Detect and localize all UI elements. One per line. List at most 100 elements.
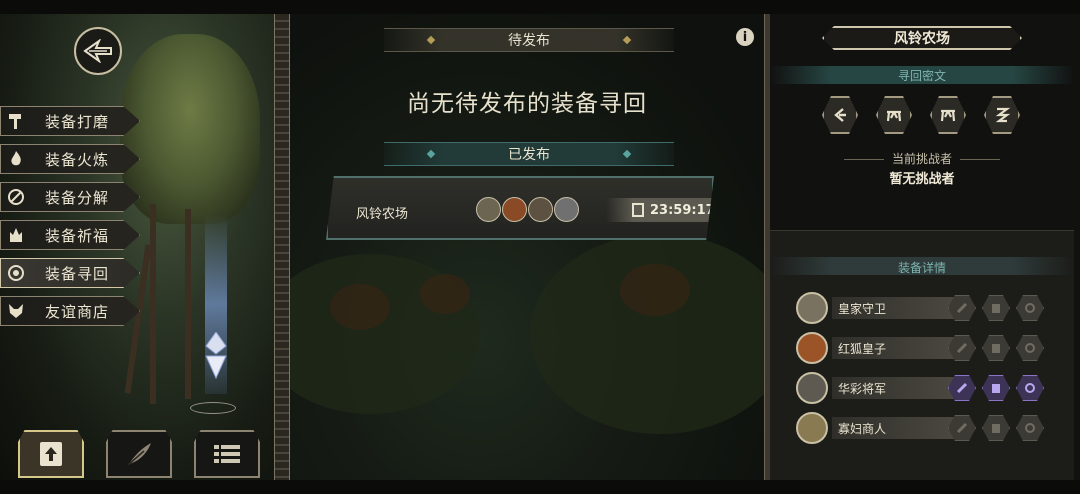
back-arrow-icon — [83, 39, 112, 63]
panel-divider — [274, 14, 290, 480]
diamond-ornament-icon — [426, 149, 436, 159]
crystal-marker-icon — [205, 332, 227, 380]
published-section-header: 已发布 — [384, 142, 674, 166]
weapon-slot-icon[interactable] — [948, 375, 976, 401]
challenger-label: 当前挑战者 — [770, 150, 1074, 167]
diamond-ornament-icon — [622, 149, 632, 159]
equipment-slots — [948, 375, 1044, 401]
details-panel: 风铃农场 寻回密文 当前挑战者 暂无挑战者 装备详情 皇家守卫 红狐皇子 华彩将… — [770, 14, 1080, 480]
ground-ring — [190, 402, 236, 414]
back-button[interactable] — [74, 27, 122, 75]
weapon-slot-icon[interactable] — [948, 295, 976, 321]
hourglass-icon — [632, 203, 644, 217]
ring-slot-icon[interactable] — [1016, 335, 1044, 361]
treehouse-illustration — [120, 34, 260, 224]
disassemble-icon — [1, 183, 31, 211]
avatar — [554, 197, 579, 222]
diamond-ornament-icon — [622, 35, 632, 45]
pending-title: 待发布 — [508, 33, 550, 49]
weapon-slot-icon[interactable] — [948, 415, 976, 441]
side-menu: 装备打磨 装备火炼 装备分解 装备祈福 装备寻回 友谊商店 — [0, 106, 140, 334]
menu-item-shop[interactable]: 友谊商店 — [0, 296, 140, 326]
challenger-label-text: 当前挑战者 — [891, 152, 952, 166]
rune-1-icon[interactable] — [822, 96, 858, 134]
armor-slot-icon[interactable] — [982, 335, 1010, 361]
treehouse-pole — [185, 209, 191, 399]
equipment-owner-name: 华彩将军 — [838, 381, 887, 396]
tab-publish[interactable] — [18, 430, 84, 478]
menu-item-forge[interactable]: 装备火炼 — [0, 144, 140, 174]
avatar — [796, 372, 828, 404]
equipment-owner-name: 红狐皇子 — [838, 341, 887, 356]
equipment-list: 皇家守卫 红狐皇子 华彩将军 寡妇商人 — [796, 289, 1046, 449]
equipment-heading: 装备详情 — [897, 261, 946, 275]
location-title: 风铃农场 — [894, 31, 950, 47]
tab-list[interactable] — [194, 430, 260, 478]
main-panel: 待发布 i 尚无待发布的装备寻回 已发布 风铃农场 23:59:17 — [290, 14, 764, 480]
bottom-tab-bar — [18, 430, 260, 478]
ring-slot-icon[interactable] — [1016, 375, 1044, 401]
quest-timer: 23:59:17 — [606, 198, 715, 222]
equipment-owner-name: 皇家守卫 — [838, 301, 887, 316]
equipment-row[interactable]: 寡妇商人 — [796, 409, 1046, 447]
avatar — [476, 197, 501, 222]
equipment-slots — [948, 335, 1044, 361]
menu-label: 友谊商店 — [45, 302, 110, 321]
rune-row — [822, 96, 1020, 134]
background-pumpkin — [420, 274, 470, 314]
equipment-row[interactable]: 华彩将军 — [796, 369, 1046, 407]
secret-heading: 寻回密文 — [897, 69, 946, 83]
rune-4-icon[interactable] — [984, 96, 1020, 134]
rune-3-icon[interactable] — [930, 96, 966, 134]
info-icon[interactable]: i — [736, 28, 754, 46]
quest-avatars — [476, 197, 579, 222]
equipment-row[interactable]: 红狐皇子 — [796, 329, 1046, 367]
treehouse-pole — [150, 204, 156, 404]
published-quest-card[interactable]: 风铃农场 23:59:17 — [326, 176, 714, 240]
empty-pending-message: 尚无待发布的装备寻回 — [407, 91, 647, 117]
menu-label: 装备寻回 — [45, 264, 110, 283]
diamond-ornament-icon — [426, 35, 436, 45]
quest-location-name: 风铃农场 — [356, 207, 409, 222]
blessing-icon — [1, 221, 31, 249]
list-icon — [214, 445, 240, 463]
equipment-slots — [948, 295, 1044, 321]
menu-label: 装备祈福 — [45, 226, 110, 245]
armor-slot-icon[interactable] — [982, 375, 1010, 401]
feather-icon — [127, 443, 151, 466]
menu-label: 装备分解 — [45, 188, 110, 207]
menu-item-blessing[interactable]: 装备祈福 — [0, 220, 140, 250]
ring-slot-icon[interactable] — [1016, 295, 1044, 321]
menu-item-disassemble[interactable]: 装备分解 — [0, 182, 140, 212]
upload-icon — [40, 442, 62, 466]
ring-slot-icon[interactable] — [1016, 415, 1044, 441]
equipment-owner-name: 寡妇商人 — [838, 421, 887, 436]
background-pumpkin — [620, 264, 690, 316]
pending-section-header: 待发布 — [384, 28, 674, 52]
avatar — [528, 197, 553, 222]
challenger-value: 暂无挑战者 — [889, 172, 955, 187]
armor-slot-icon[interactable] — [982, 295, 1010, 321]
avatar — [502, 197, 527, 222]
avatar — [796, 332, 828, 364]
published-title: 已发布 — [508, 147, 550, 163]
equipment-section: 装备详情 皇家守卫 红狐皇子 华彩将军 寡妇商人 — [770, 230, 1074, 480]
menu-label: 装备火炼 — [45, 150, 110, 169]
equipment-slots — [948, 415, 1044, 441]
retrieve-icon — [1, 259, 31, 287]
location-title-plate: 风铃农场 — [822, 26, 1022, 50]
timer-text: 23:59:17 — [650, 202, 715, 218]
avatar — [796, 412, 828, 444]
hammer-icon — [1, 107, 31, 135]
menu-item-polish[interactable]: 装备打磨 — [0, 106, 140, 136]
tab-feather[interactable] — [106, 430, 172, 478]
background-pumpkin — [330, 284, 390, 330]
equipment-row[interactable]: 皇家守卫 — [796, 289, 1046, 327]
armor-slot-icon[interactable] — [982, 415, 1010, 441]
fox-icon — [1, 297, 31, 325]
rune-2-icon[interactable] — [876, 96, 912, 134]
menu-item-retrieve[interactable]: 装备寻回 — [0, 258, 140, 288]
flame-icon — [1, 145, 31, 173]
weapon-slot-icon[interactable] — [948, 335, 976, 361]
menu-label: 装备打磨 — [45, 112, 110, 131]
